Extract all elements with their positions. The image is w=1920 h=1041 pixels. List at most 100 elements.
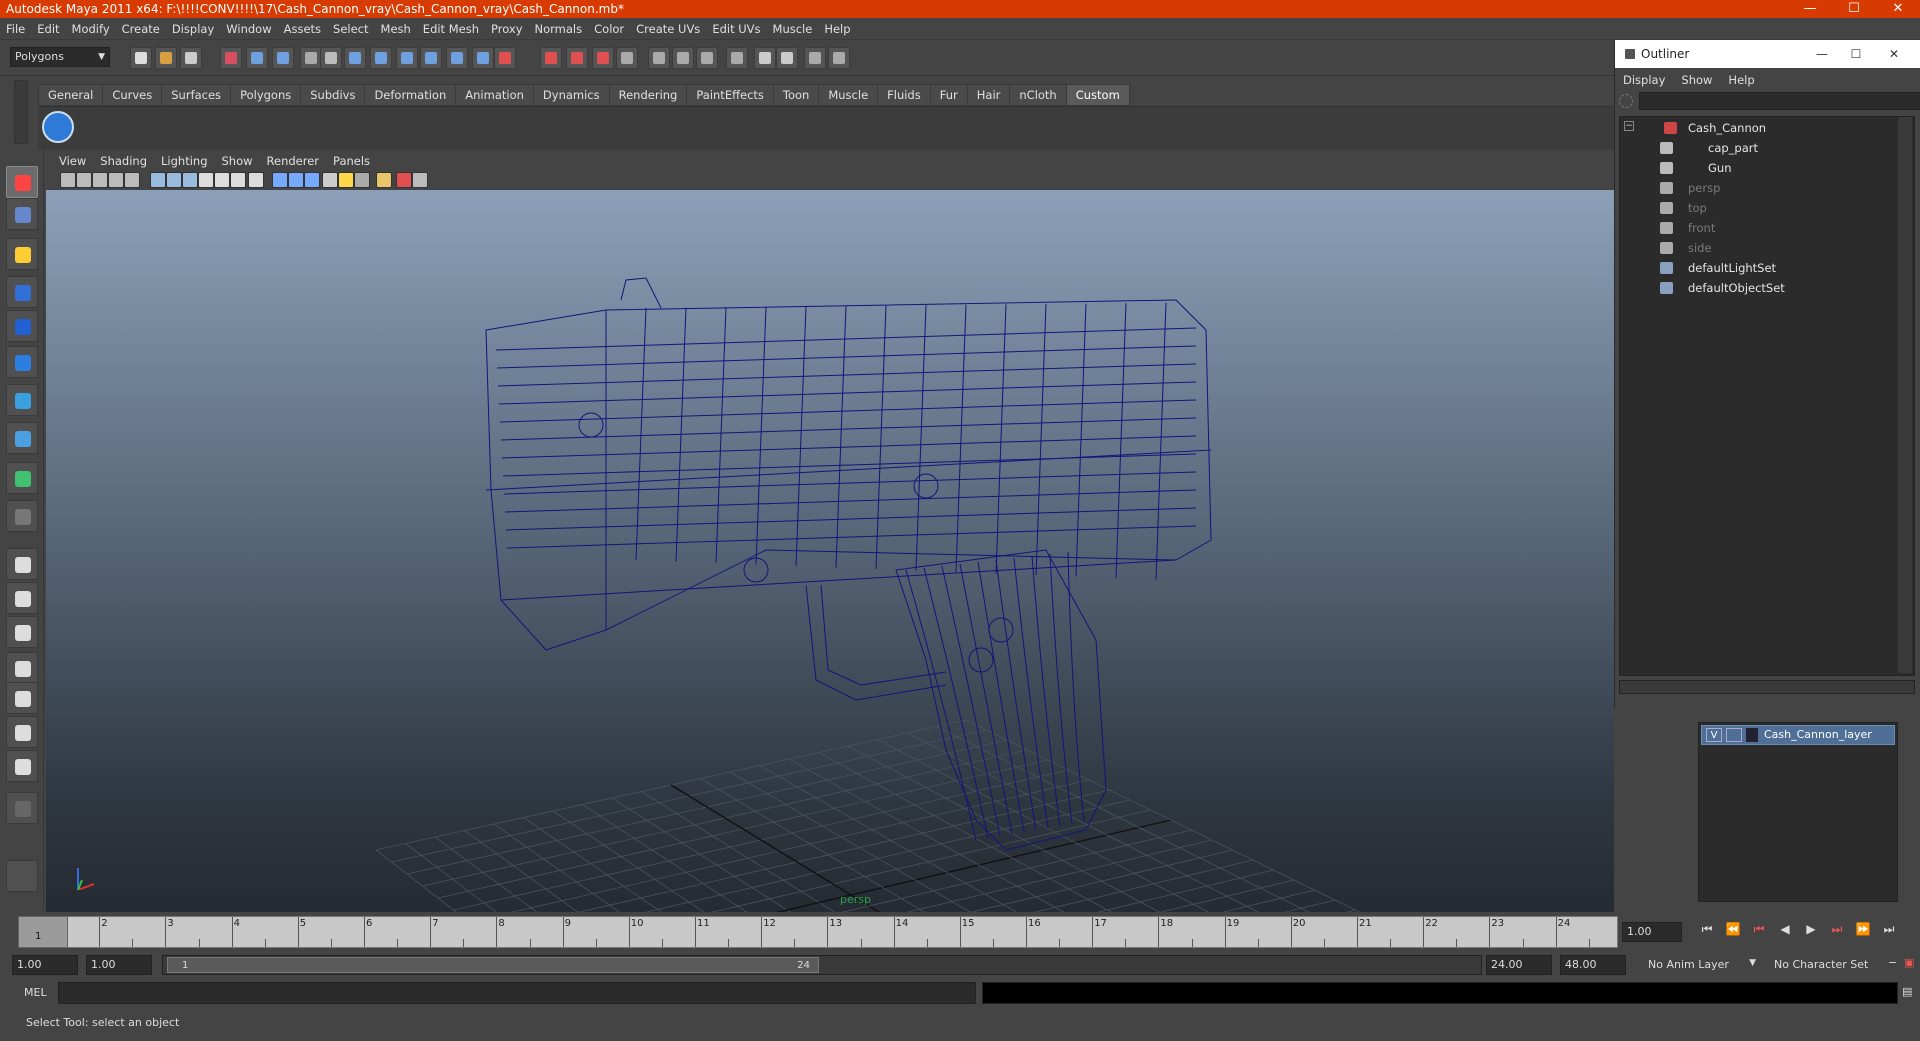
anim-layer-dropdown[interactable]: No Anim Layer ▼: [1644, 955, 1758, 975]
play-forwards-icon[interactable]: ▶: [1802, 920, 1820, 938]
snap-point-icon[interactable]: [396, 47, 418, 69]
shelf-tab-12[interactable]: Fluids: [877, 84, 931, 106]
shelf-tab-1[interactable]: Curves: [102, 84, 163, 106]
outliner-vertical-scrollbar[interactable]: [1898, 117, 1912, 673]
translate-tool-icon[interactable]: [6, 422, 38, 454]
shelf-tab-11[interactable]: Muscle: [818, 84, 879, 106]
shelf-tab-7[interactable]: Dynamics: [532, 84, 610, 106]
panel-menu-item-2[interactable]: Lighting: [154, 154, 214, 168]
outliner-list[interactable]: − Cash_Cannon cap_part Gun persp top front side…: [1619, 116, 1915, 676]
menu-item-15[interactable]: Muscle: [767, 18, 819, 40]
display-layer-row[interactable]: V Cash_Cannon_layer: [1701, 725, 1895, 745]
outliner-item[interactable]: top: [1620, 199, 1890, 217]
outliner-toggle-icon[interactable]: [726, 47, 748, 69]
step-forward-icon[interactable]: ⏩: [1854, 920, 1872, 938]
time-slider-ruler[interactable]: 123456789101112131415161718192021222324: [18, 916, 1618, 948]
menu-item-6[interactable]: Assets: [278, 18, 327, 40]
safe-action-icon[interactable]: [182, 172, 198, 188]
current-time-field[interactable]: 1.00: [1622, 922, 1682, 942]
search-icon[interactable]: [1619, 94, 1633, 108]
step-forward-key-icon[interactable]: ⏭: [1828, 920, 1846, 938]
menu-item-2[interactable]: Modify: [66, 18, 116, 40]
graph-editor-icon[interactable]: [754, 47, 776, 69]
menu-set-dropdown[interactable]: Polygons ▼: [10, 47, 110, 67]
isolate-select-icon[interactable]: [338, 172, 354, 188]
close-icon[interactable]: ✕: [1877, 40, 1911, 68]
lock-selection-icon[interactable]: [300, 47, 322, 69]
layer-visibility-toggle[interactable]: V: [1706, 728, 1722, 742]
highlight-icon[interactable]: [320, 47, 342, 69]
grid-toggle-icon[interactable]: [124, 172, 140, 188]
layout-menu-icon[interactable]: [6, 792, 38, 824]
shelf-tab-14[interactable]: Hair: [966, 84, 1011, 106]
step-back-key-icon[interactable]: ⏮: [1750, 920, 1768, 938]
hypershade-icon[interactable]: [592, 47, 614, 69]
time-slider[interactable]: 123456789101112131415161718192021222324 …: [0, 912, 1920, 952]
outliner-menu-item-0[interactable]: Display: [1615, 70, 1673, 90]
current-frame-marker[interactable]: 1: [18, 916, 68, 948]
tool-settings-icon[interactable]: [648, 47, 670, 69]
shelf-tab-4[interactable]: Subdivs: [300, 84, 366, 106]
select-component-icon[interactable]: [272, 47, 294, 69]
layer-color-swatch[interactable]: [1746, 728, 1758, 742]
shelf-tab-0[interactable]: General: [38, 84, 104, 106]
panel-menu-item-5[interactable]: Panels: [326, 154, 377, 168]
key-icon[interactable]: −: [1888, 956, 1897, 969]
menu-item-7[interactable]: Select: [327, 18, 374, 40]
snap-plane-icon[interactable]: [420, 47, 442, 69]
history-icon[interactable]: [472, 47, 494, 69]
attribute-editor-icon[interactable]: [616, 47, 638, 69]
perspective-viewport[interactable]: [46, 190, 1614, 912]
panel-menu-item-4[interactable]: Renderer: [260, 154, 327, 168]
sphere-icon[interactable]: [6, 310, 38, 342]
shadows-icon[interactable]: [322, 172, 338, 188]
safe-title-icon[interactable]: [198, 172, 214, 188]
shelf-tab-6[interactable]: Animation: [455, 84, 534, 106]
render-icon[interactable]: [494, 47, 516, 69]
script-editor-icon[interactable]: ▤: [1902, 985, 1912, 998]
minimize-icon[interactable]: —: [1788, 0, 1832, 18]
shelf-tab-5[interactable]: Deformation: [364, 84, 457, 106]
shelf-tab-10[interactable]: Toon: [772, 84, 820, 106]
last-tool-icon[interactable]: [6, 500, 38, 532]
outliner-menu-item-2[interactable]: Help: [1720, 70, 1762, 90]
outliner-menu-item-1[interactable]: Show: [1673, 70, 1720, 90]
save-scene-icon[interactable]: [180, 47, 202, 69]
shelf-tab-8[interactable]: Rendering: [608, 84, 688, 106]
range-slider-track[interactable]: 1 24: [162, 955, 1482, 975]
animation-end-field[interactable]: 48.00: [1560, 955, 1626, 975]
range-slider-handle[interactable]: 1 24: [167, 957, 819, 973]
menu-item-10[interactable]: Proxy: [485, 18, 529, 40]
persp-uv-layout-icon[interactable]: [6, 750, 38, 782]
default-quality-icon[interactable]: [412, 172, 428, 188]
select-camera-icon[interactable]: [60, 172, 76, 188]
select-hierarchy-icon[interactable]: [220, 47, 242, 69]
soft-mod-icon[interactable]: [6, 462, 38, 494]
shelf-tab-16[interactable]: Custom: [1065, 84, 1130, 106]
script-icon[interactable]: [776, 47, 798, 69]
menu-item-3[interactable]: Create: [116, 18, 166, 40]
shelf-tab-9[interactable]: PaintEffects: [686, 84, 774, 106]
shelf-tab-15[interactable]: nCloth: [1009, 84, 1067, 106]
outliner-layout-icon[interactable]: [6, 616, 38, 648]
field-chart-icon[interactable]: [214, 172, 230, 188]
menu-item-5[interactable]: Window: [220, 18, 277, 40]
outliner-item[interactable]: defaultObjectSet: [1620, 279, 1890, 297]
image-plane-icon[interactable]: [108, 172, 124, 188]
animation-start-field[interactable]: 1.00: [12, 955, 78, 975]
minimize-icon[interactable]: —: [1805, 40, 1839, 68]
shelf-tab-2[interactable]: Surfaces: [161, 84, 232, 106]
use-all-lights-icon[interactable]: [304, 172, 320, 188]
anim-preferences-icon[interactable]: ▣: [1904, 956, 1914, 969]
outliner-item[interactable]: defaultLightSet: [1620, 259, 1890, 277]
close-icon[interactable]: ✕: [1876, 0, 1920, 18]
playback-start-field[interactable]: 1.00: [86, 955, 152, 975]
snap-grid-icon[interactable]: [344, 47, 366, 69]
layer-editor-icon[interactable]: [696, 47, 718, 69]
menu-item-16[interactable]: Help: [818, 18, 856, 40]
select-tool-icon[interactable]: [6, 166, 38, 198]
command-input[interactable]: [58, 982, 976, 1004]
wireframe-icon[interactable]: [230, 172, 246, 188]
snap-surface-icon[interactable]: [446, 47, 468, 69]
bookmark-icon[interactable]: [92, 172, 108, 188]
